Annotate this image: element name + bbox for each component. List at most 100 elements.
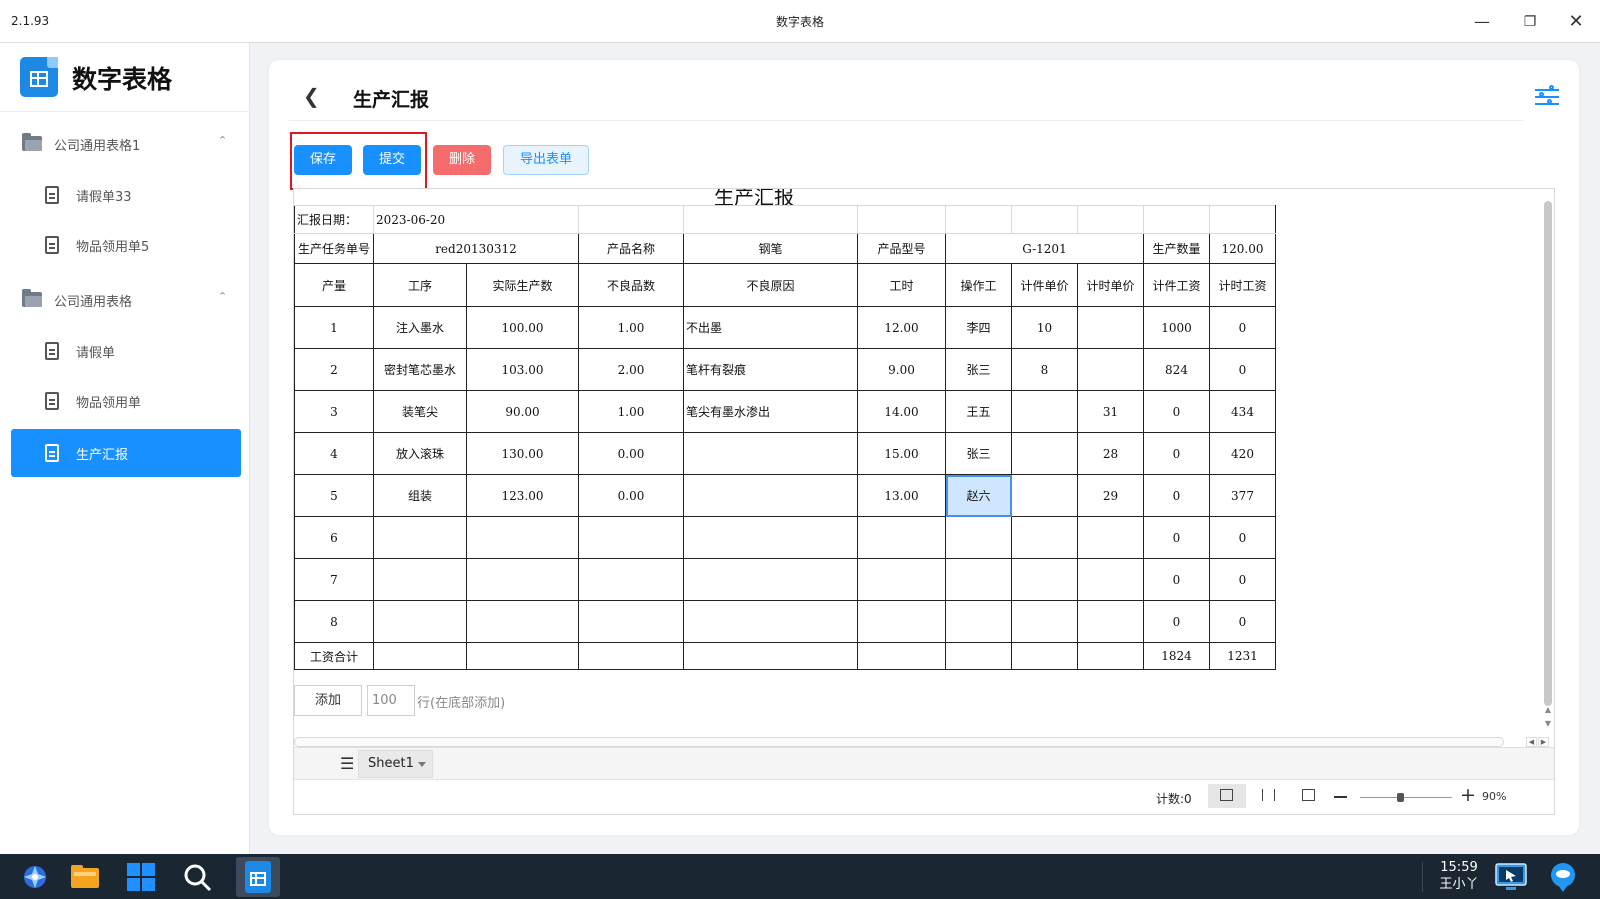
zoom-in-icon[interactable]: + — [1460, 784, 1476, 806]
spreadsheet-app-icon[interactable] — [236, 857, 280, 897]
table-cell[interactable] — [1011, 390, 1078, 433]
zoom-out-icon[interactable] — [1334, 796, 1347, 798]
scroll-right-icon[interactable]: ▶ — [1538, 737, 1549, 747]
sheet-tab[interactable]: Sheet1 — [358, 750, 433, 778]
table-cell[interactable]: 28 — [1077, 432, 1144, 475]
table-cell[interactable] — [683, 432, 858, 475]
table-cell[interactable]: 9.00 — [857, 348, 946, 391]
table-cell[interactable]: 密封笔芯墨水 — [373, 348, 467, 391]
table-cell[interactable]: 放入滚珠 — [373, 432, 467, 475]
table-cell[interactable] — [373, 558, 467, 601]
column-header[interactable]: 工序 — [373, 263, 467, 307]
table-cell[interactable]: 1000 — [1143, 306, 1210, 349]
clock[interactable]: 15:59 王小丫 — [1431, 859, 1487, 893]
spreadsheet[interactable]: 生产汇报 汇报日期： 2023-06-20 生产任务单号 red20130312… — [293, 188, 1555, 815]
table-cell[interactable] — [466, 642, 579, 670]
quantity-value[interactable]: 120.00 — [1209, 233, 1276, 264]
table-cell[interactable]: 赵六 — [945, 474, 1012, 517]
add-rows-button[interactable]: 添加 — [294, 685, 362, 716]
column-header[interactable]: 产量 — [294, 263, 374, 307]
table-cell[interactable]: 王五 — [945, 390, 1012, 433]
scroll-down-icon[interactable]: ▼ — [1543, 719, 1553, 728]
table-cell[interactable] — [1077, 600, 1144, 643]
product-model-value[interactable]: G-1201 — [945, 233, 1144, 264]
table-cell[interactable]: 420 — [1209, 432, 1276, 475]
table-cell[interactable] — [683, 558, 858, 601]
launcher-icon[interactable] — [18, 860, 52, 894]
table-cell[interactable]: 8 — [1011, 348, 1078, 391]
table-cell[interactable]: 0 — [1209, 600, 1276, 643]
table-cell[interactable] — [578, 516, 684, 559]
table-cell[interactable]: 2.00 — [578, 348, 684, 391]
table-cell[interactable]: 笔杆有裂痕 — [683, 348, 858, 391]
sidebar-item-requisition[interactable]: 物品领用单 — [11, 377, 241, 425]
table-cell[interactable]: 10 — [1011, 306, 1078, 349]
table-cell[interactable] — [1011, 642, 1078, 670]
minimize-icon[interactable]: — — [1470, 10, 1494, 34]
table-cell[interactable]: 装笔尖 — [373, 390, 467, 433]
table-cell[interactable] — [945, 600, 1012, 643]
table-cell[interactable] — [466, 558, 579, 601]
table-cell[interactable] — [1011, 558, 1078, 601]
sidebar-item-leave[interactable]: 请假单 — [11, 327, 241, 375]
table-cell[interactable]: 0.00 — [578, 432, 684, 475]
table-cell[interactable]: 0 — [1209, 306, 1276, 349]
table-cell[interactable] — [466, 600, 579, 643]
column-header[interactable]: 计件单价 — [1011, 263, 1078, 307]
horizontal-scrollbar[interactable] — [294, 737, 1504, 747]
table-cell[interactable]: 13.00 — [857, 474, 946, 517]
search-icon[interactable] — [180, 860, 214, 894]
table-cell[interactable]: 29 — [1077, 474, 1144, 517]
table-cell[interactable] — [1077, 558, 1144, 601]
table-cell[interactable] — [1143, 205, 1210, 234]
table-cell[interactable] — [683, 474, 858, 517]
table-cell[interactable] — [945, 642, 1012, 670]
export-form-button[interactable]: 导出表单 — [503, 145, 589, 175]
table-cell[interactable] — [857, 516, 946, 559]
table-cell[interactable] — [1077, 306, 1144, 349]
table-cell[interactable]: 不出墨 — [683, 306, 858, 349]
table-cell[interactable]: 张三 — [945, 348, 1012, 391]
table-cell[interactable]: 0 — [1209, 558, 1276, 601]
table-cell[interactable] — [683, 205, 858, 234]
table-cell[interactable]: 张三 — [945, 432, 1012, 475]
table-cell[interactable] — [945, 558, 1012, 601]
table-cell[interactable]: 李四 — [945, 306, 1012, 349]
sliders-icon[interactable] — [1535, 85, 1559, 107]
table-cell[interactable]: 824 — [1143, 348, 1210, 391]
table-cell[interactable]: 0 — [1143, 390, 1210, 433]
remote-desktop-icon[interactable] — [1494, 860, 1528, 894]
table-cell[interactable] — [857, 642, 946, 670]
table-cell[interactable]: 14.00 — [857, 390, 946, 433]
page-break-view-icon[interactable] — [1262, 789, 1275, 801]
windows-icon[interactable] — [124, 860, 158, 894]
table-cell[interactable] — [1011, 600, 1078, 643]
chat-icon[interactable] — [1546, 860, 1580, 894]
table-cell[interactable] — [683, 516, 858, 559]
table-cell[interactable]: 130.00 — [466, 432, 579, 475]
delete-button[interactable]: 删除 — [433, 145, 491, 175]
sidebar-group-2[interactable]: 公司通用表格 ⌃ — [0, 276, 250, 324]
table-cell[interactable] — [1011, 432, 1078, 475]
table-cell[interactable] — [373, 642, 467, 670]
table-cell[interactable] — [857, 558, 946, 601]
table-cell[interactable]: 0 — [1143, 432, 1210, 475]
table-cell[interactable] — [1077, 205, 1144, 234]
table-cell[interactable]: 0 — [1143, 516, 1210, 559]
table-cell[interactable]: 组装 — [373, 474, 467, 517]
table-cell[interactable] — [578, 642, 684, 670]
table-cell[interactable] — [1209, 205, 1276, 234]
task-no-value[interactable]: red20130312 — [373, 233, 579, 264]
table-cell[interactable]: 0 — [1143, 600, 1210, 643]
product-name-value[interactable]: 钢笔 — [683, 233, 858, 264]
table-cell[interactable]: 103.00 — [466, 348, 579, 391]
file-manager-icon[interactable] — [68, 860, 102, 894]
table-cell[interactable]: 7 — [294, 558, 374, 601]
table-cell[interactable]: 15.00 — [857, 432, 946, 475]
column-header[interactable]: 计时单价 — [1077, 263, 1144, 307]
table-cell[interactable]: 100.00 — [466, 306, 579, 349]
column-header[interactable]: 实际生产数 — [466, 263, 579, 307]
table-cell[interactable] — [1077, 642, 1144, 670]
column-header[interactable]: 计件工资 — [1143, 263, 1210, 307]
table-cell[interactable]: 90.00 — [466, 390, 579, 433]
